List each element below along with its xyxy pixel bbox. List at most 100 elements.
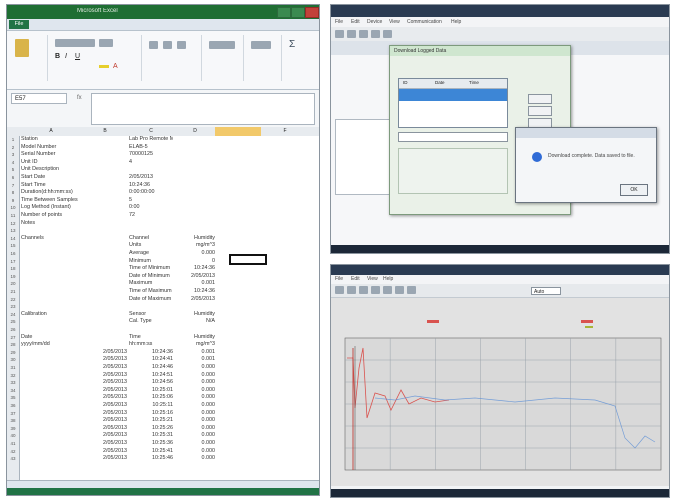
cell-a[interactable]: Unit Description <box>21 166 81 174</box>
cell-c[interactable]: Maximum <box>129 280 173 288</box>
cell-c[interactable]: 10:25:41 <box>129 448 173 456</box>
cell-a[interactable]: Channels <box>21 235 81 243</box>
paste-icon[interactable] <box>15 39 29 57</box>
cell-b[interactable]: 2/05/2013 <box>83 455 127 463</box>
styles-icon[interactable] <box>251 41 271 49</box>
cell-a[interactable]: Notes <box>21 220 81 228</box>
cell-d[interactable]: 0.001 <box>175 349 216 357</box>
cell-b[interactable]: 2/05/2013 <box>83 448 127 456</box>
selected-list-item[interactable] <box>399 89 507 101</box>
cell-c[interactable]: 10:25:26 <box>129 425 173 433</box>
align-left-icon[interactable] <box>149 41 158 49</box>
cell-d[interactable]: 10:24:36 <box>175 288 215 296</box>
cell-c[interactable]: 0:00 <box>129 204 173 212</box>
cell-c[interactable] <box>129 303 173 311</box>
italic-icon[interactable]: I <box>65 53 67 60</box>
cell-a[interactable]: Time Between Samples <box>21 197 81 205</box>
underline-icon[interactable]: U <box>75 53 80 60</box>
close-button[interactable] <box>305 7 319 18</box>
font-size-select[interactable] <box>99 39 113 47</box>
sum-icon[interactable]: Σ <box>289 39 295 50</box>
cell-c[interactable]: 10:25:36 <box>129 440 173 448</box>
cell-a[interactable]: Station <box>21 136 81 144</box>
cell-d[interactable]: Humidity <box>175 311 215 319</box>
cell-c[interactable]: 10:25:31 <box>129 432 173 440</box>
cell-a[interactable] <box>21 326 81 334</box>
menu-file[interactable]: File <box>335 276 343 282</box>
zoom-select[interactable]: Auto <box>531 287 561 295</box>
cell-c[interactable] <box>129 227 173 235</box>
cell-c[interactable]: Channel <box>129 235 173 243</box>
cell-d[interactable]: 2/05/2013 <box>175 273 215 281</box>
col-header-f[interactable]: F <box>263 128 307 134</box>
logged-data-list[interactable]: ID Date Time <box>398 78 508 128</box>
cell-c[interactable]: 10:25:11 <box>129 402 173 410</box>
cell-a[interactable] <box>21 265 81 273</box>
cell-a[interactable]: Duration(d:hh:mm:ss) <box>21 189 81 197</box>
cell-c[interactable] <box>129 326 173 334</box>
cell-c[interactable] <box>129 220 173 228</box>
cell-c[interactable]: 10:24:46 <box>129 364 173 372</box>
cell-d[interactable]: 0.000 <box>175 394 216 402</box>
cell-c[interactable]: Average <box>129 250 173 258</box>
cell-a[interactable]: Date <box>21 334 81 342</box>
cell-b[interactable]: 2/05/2013 <box>83 432 127 440</box>
col-header-d[interactable]: D <box>175 128 215 134</box>
cell-c[interactable]: hh:mm:ss <box>129 341 173 349</box>
file-tab[interactable]: File <box>9 20 29 29</box>
cell-c[interactable]: 10:24:51 <box>129 372 173 380</box>
export-icon[interactable] <box>383 286 392 294</box>
cursor-icon[interactable] <box>371 286 380 294</box>
save-icon[interactable] <box>359 30 368 38</box>
cell-d[interactable]: 0.000 <box>175 425 216 433</box>
cell-c[interactable]: 10:25:01 <box>129 387 173 395</box>
cell-a[interactable] <box>21 242 81 250</box>
cell-a[interactable]: Serial Number <box>21 151 81 159</box>
cell-c[interactable]: 10:24:56 <box>129 379 173 387</box>
menu-file[interactable]: File <box>335 19 343 25</box>
minimize-button[interactable] <box>277 7 291 18</box>
cell-c[interactable]: 10:24:36 <box>129 349 173 357</box>
ok-button[interactable]: OK <box>620 184 648 196</box>
cell-a[interactable] <box>21 258 81 266</box>
cell-b[interactable]: 2/05/2013 <box>83 372 127 380</box>
file-path-field[interactable] <box>398 132 508 142</box>
bold-icon[interactable]: B <box>55 53 60 60</box>
col-header-b[interactable]: B <box>83 128 127 134</box>
align-center-icon[interactable] <box>163 41 172 49</box>
cell-c[interactable]: ELAB-5 <box>129 144 173 152</box>
cell-c[interactable]: 4 <box>129 159 173 167</box>
cell-c[interactable]: 10:25:21 <box>129 417 173 425</box>
align-right-icon[interactable] <box>177 41 186 49</box>
cell-c[interactable]: Units <box>129 242 173 250</box>
cell-d[interactable]: 0.000 <box>175 417 216 425</box>
cell-d[interactable]: 0.000 <box>175 364 216 372</box>
cell-d[interactable]: N/A <box>175 318 215 326</box>
cell-a[interactable]: Model Number <box>21 144 81 152</box>
maximize-button[interactable] <box>291 7 305 18</box>
menu-view[interactable]: View <box>389 19 400 25</box>
fill-color-icon[interactable] <box>99 65 109 68</box>
cell-c[interactable]: Time <box>129 334 173 342</box>
cell-a[interactable] <box>21 280 81 288</box>
cell-d[interactable]: 0 <box>175 258 215 266</box>
cell-c[interactable]: 10:24:41 <box>129 356 173 364</box>
cell-a[interactable]: Unit ID <box>21 159 81 167</box>
number-format-select[interactable] <box>209 41 235 49</box>
formula-bar[interactable] <box>91 93 315 125</box>
cell-a[interactable]: Start Date <box>21 174 81 182</box>
cell-b[interactable]: 2/05/2013 <box>83 379 127 387</box>
menu-help[interactable]: Help <box>451 19 461 25</box>
cell-d[interactable]: 0.000 <box>175 432 216 440</box>
cell-b[interactable]: 2/05/2013 <box>83 425 127 433</box>
connect-icon[interactable] <box>383 30 392 38</box>
cell-b[interactable]: 2/05/2013 <box>83 349 127 357</box>
cell-d[interactable]: 0.000 <box>175 387 216 395</box>
cell-d[interactable] <box>175 326 215 334</box>
cell-b[interactable]: 2/05/2013 <box>83 417 127 425</box>
graph-plot[interactable] <box>331 298 669 486</box>
cell-d[interactable] <box>175 303 215 311</box>
col-header-a[interactable]: A <box>21 128 81 134</box>
cell-c[interactable]: 2/05/2013 <box>129 174 173 182</box>
cell-c[interactable]: 5 <box>129 197 173 205</box>
